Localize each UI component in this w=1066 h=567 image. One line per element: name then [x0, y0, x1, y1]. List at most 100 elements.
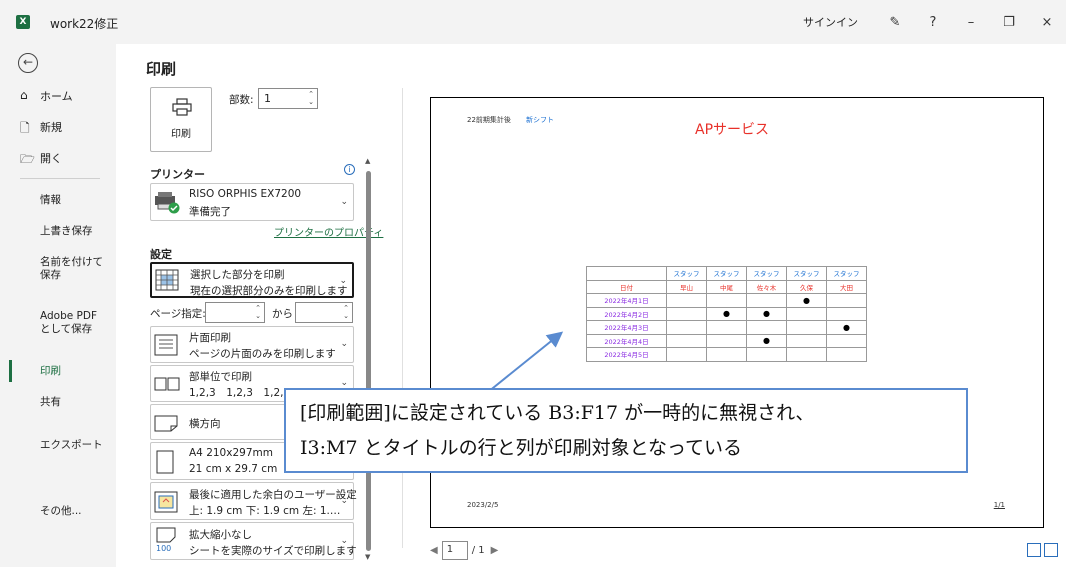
copies-input[interactable]: 1 ⌃ ⌄ — [258, 88, 318, 109]
spinner-icon[interactable]: ⌃ ⌄ — [308, 90, 314, 106]
close-button[interactable]: × — [1028, 0, 1066, 44]
print-button[interactable]: 印刷 — [150, 87, 212, 152]
signin-button[interactable]: サインイン — [803, 14, 858, 30]
nav-print[interactable]: 印刷 — [40, 365, 110, 378]
printer-section-title: プリンター — [150, 168, 205, 181]
staff-name-cell: 中尾 — [706, 279, 747, 294]
copies-label: 部数: — [229, 94, 254, 106]
staff-name-cell: 久保 — [786, 279, 827, 294]
printer-ready-icon — [155, 192, 180, 214]
shift-cell — [706, 347, 747, 362]
nav-save-as[interactable]: 名前を付けて保存 — [40, 256, 110, 282]
pages-from-input[interactable]: ⌃ ⌄ — [205, 302, 265, 323]
pages-label: ページ指定: — [150, 308, 206, 320]
nav-share[interactable]: 共有 — [40, 396, 110, 409]
date-cell: 2022年4月5日 — [586, 347, 667, 362]
chevron-down-icon: ⌄ — [339, 276, 347, 286]
page-title: 印刷 — [146, 60, 177, 78]
minimize-button[interactable]: – — [952, 0, 990, 44]
chevron-down-icon: ⌄ — [340, 536, 348, 546]
printer-name: RISO ORPHIS EX7200 — [189, 188, 302, 200]
callout-line-1: [印刷範囲]に設定されている B3:F17 が一時的に無視され、 — [300, 402, 815, 424]
staff-name-cell: 早山 — [666, 279, 707, 294]
shift-cell — [746, 293, 787, 308]
header-tab-name: 新シフト — [526, 116, 554, 124]
prev-page-icon[interactable]: ◀ — [430, 545, 438, 556]
pen-icon[interactable]: ✎ — [876, 0, 914, 44]
help-button[interactable]: ? — [914, 0, 952, 44]
header-sheet-name: 22前期集計後 — [467, 116, 511, 124]
shift-cell — [746, 320, 787, 335]
info-icon[interactable]: i — [344, 164, 355, 175]
shift-cell — [786, 333, 827, 348]
home-icon: ⌂ — [20, 88, 28, 102]
window-title: work22修正 — [50, 17, 119, 31]
scroll-down-icon[interactable]: ▼ — [365, 553, 370, 561]
staff-name-cell: 佐々木 — [746, 279, 787, 294]
shift-cell — [826, 333, 867, 348]
shift-cell: ● — [786, 293, 827, 308]
staff-header-cell: スタッフ — [706, 266, 747, 281]
sides-dropdown[interactable]: 片面印刷 ページの片面のみを印刷します ⌄ — [150, 326, 354, 363]
explanation-callout: [印刷範囲]に設定されている B3:F17 が一時的に無視され、 I3:M7 と… — [284, 388, 968, 473]
date-header-cell: 日付 — [586, 279, 667, 294]
shift-cell: ● — [826, 320, 867, 335]
scroll-thumb[interactable] — [366, 171, 371, 551]
restore-button[interactable]: ❐ — [990, 0, 1028, 44]
spinner-icon[interactable]: ⌃ ⌄ — [343, 304, 349, 320]
scaling-dropdown[interactable]: 100 拡大縮小なし シートを実際のサイズで印刷します ⌄ — [150, 522, 357, 560]
table-header-row: スタッフ スタッフ スタッフ スタッフ スタッフ — [586, 266, 867, 281]
printer-dropdown[interactable]: RISO ORPHIS EX7200 準備完了 ⌄ — [150, 183, 354, 221]
zoom-to-page-icon[interactable] — [1044, 543, 1058, 557]
nav-export[interactable]: エクスポート — [40, 439, 110, 452]
nav-save-pdf[interactable]: Adobe PDF として保存 — [40, 310, 110, 336]
preview-title: APサービス — [695, 122, 770, 138]
shift-cell — [666, 333, 707, 348]
nav-separator — [20, 178, 100, 179]
shift-cell — [666, 306, 707, 321]
title-bar: X work22修正 サインイン ✎ ? – ❐ × — [0, 0, 1066, 44]
nav-info[interactable]: 情報 — [40, 194, 110, 207]
spinner-icon[interactable]: ⌃ ⌄ — [255, 304, 261, 320]
excel-icon: X — [16, 15, 30, 29]
table-row: 2022年4月4日 ● — [586, 333, 867, 348]
staff-header-cell: スタッフ — [746, 266, 787, 281]
shift-cell — [786, 320, 827, 335]
callout-line-2: I3:M7 とタイトルの行と列が印刷対象となっている — [300, 437, 743, 459]
settings-scrollbar[interactable]: ▲ ▼ — [364, 157, 373, 561]
nav-save[interactable]: 上書き保存 — [40, 225, 110, 238]
next-page-icon[interactable]: ▶ — [491, 545, 499, 556]
page-number-input[interactable]: 1 — [441, 540, 468, 560]
pages-to-input[interactable]: ⌃ ⌄ — [295, 302, 353, 323]
page-navigator: ◀ 1 / 1 ▶ — [430, 540, 498, 560]
margins-dropdown[interactable]: 最後に適用した余白のユーザー設定 上: 1.9 cm 下: 1.9 cm 左: … — [150, 482, 357, 520]
date-cell: 2022年4月3日 — [586, 320, 667, 335]
scale-icon — [156, 527, 176, 543]
footer-page: 1/1 — [993, 501, 1005, 509]
shift-cell — [706, 320, 747, 335]
footer-date: 2023/2/5 — [467, 501, 499, 509]
print-range-dropdown[interactable]: 選択した部分を印刷 現在の選択部分のみを印刷します ⌄ — [150, 262, 354, 298]
shift-cell — [666, 293, 707, 308]
back-icon[interactable]: ← — [18, 53, 38, 73]
settings-section-title: 設定 — [150, 248, 172, 261]
table-names-row: 日付 早山 中尾 佐々木 久保 大田 — [586, 279, 867, 294]
shift-cell — [706, 293, 747, 308]
printer-icon — [172, 98, 192, 116]
one-sided-icon — [154, 334, 178, 356]
folder-icon: 🗁 — [20, 152, 35, 166]
nav-more[interactable]: その他... — [40, 505, 110, 518]
chevron-down-icon: ⌄ — [340, 496, 348, 506]
margins-icon — [154, 491, 178, 513]
table-row: 2022年4月2日 ● ● — [586, 306, 867, 321]
staff-header-cell: スタッフ — [786, 266, 827, 281]
chevron-down-icon: ⌄ — [340, 378, 348, 388]
shift-cell — [786, 347, 827, 362]
scroll-up-icon[interactable]: ▲ — [365, 157, 370, 165]
shift-cell — [826, 293, 867, 308]
panel-divider — [402, 88, 403, 548]
date-cell: 2022年4月2日 — [586, 306, 667, 321]
landscape-icon — [154, 415, 178, 432]
show-margins-icon[interactable] — [1027, 543, 1041, 557]
table-row: 2022年4月5日 — [586, 347, 867, 362]
